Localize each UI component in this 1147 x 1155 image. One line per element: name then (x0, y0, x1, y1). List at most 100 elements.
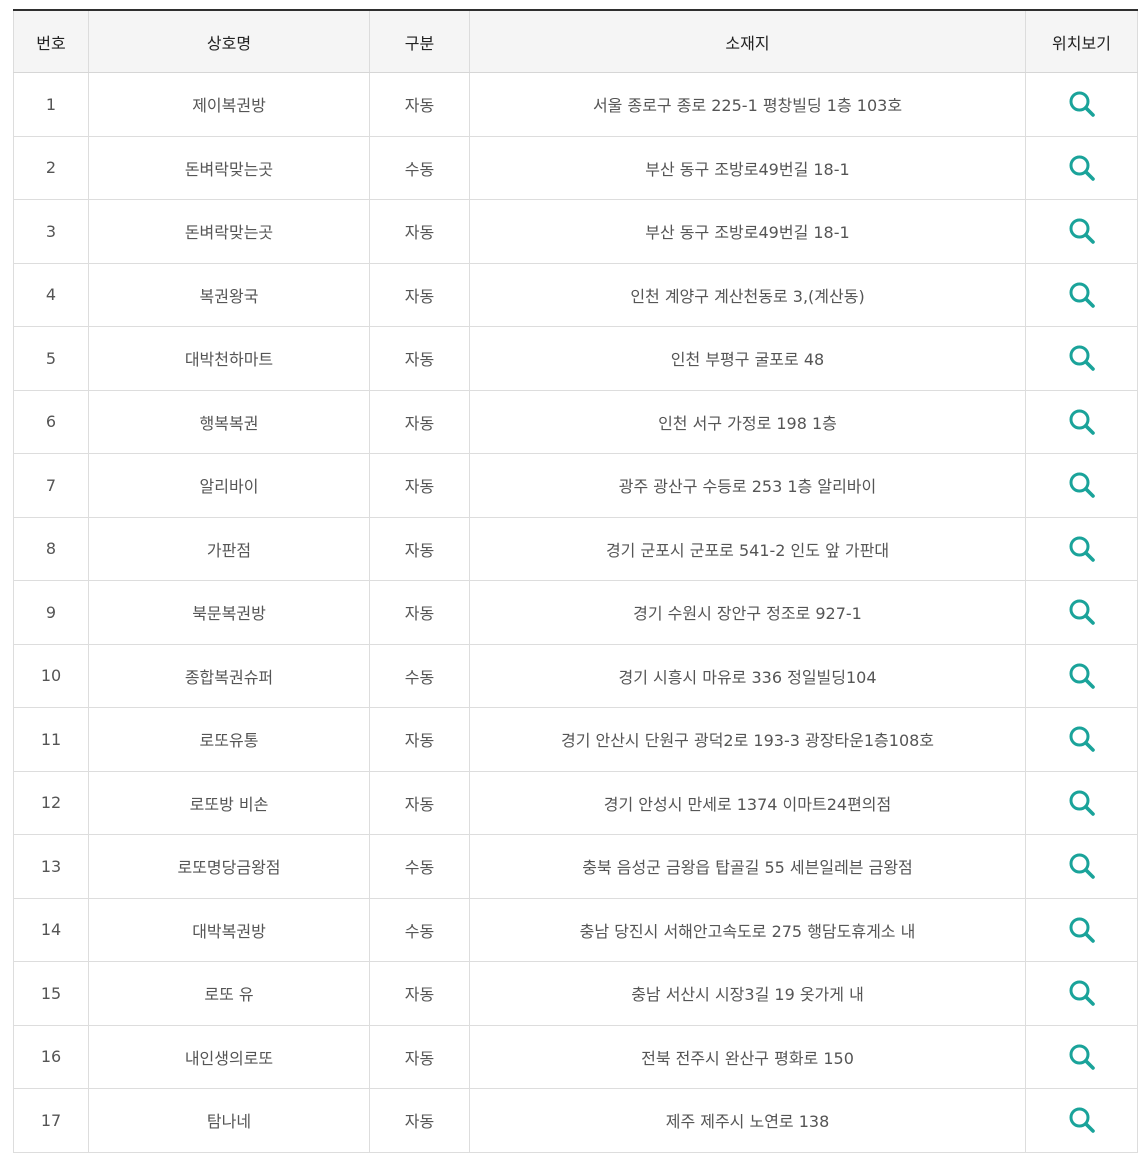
cell-address: 서울 종로구 종로 225-1 평창빌딩 1층 103호 (469, 72, 1026, 137)
search-icon (1069, 155, 1095, 181)
cell-number: 1 (13, 72, 89, 137)
cell-store-name: 탐나네 (88, 1088, 370, 1153)
view-location-button[interactable] (1067, 407, 1097, 437)
cell-store-name: 복권왕국 (88, 263, 370, 327)
cell-number: 11 (13, 707, 89, 772)
cell-address: 충남 서산시 시장3길 19 옷가게 내 (469, 961, 1026, 1026)
cell-type: 자동 (369, 453, 470, 518)
table-row: 13 로또명당금왕점 수동 충북 음성군 금왕읍 탑골길 55 세븐일레븐 금왕… (13, 834, 1138, 899)
cell-address: 경기 시흥시 마유로 336 정일빌딩104 (469, 644, 1026, 708)
table-row: 7 알리바이 자동 광주 광산구 수등로 253 1층 알리바이 (13, 453, 1138, 518)
view-location-button[interactable] (1067, 470, 1097, 500)
cell-store-name: 북문복권방 (88, 580, 370, 645)
search-icon (1069, 345, 1095, 372)
view-location-button[interactable] (1067, 724, 1097, 754)
cell-address: 광주 광산구 수등로 253 1층 알리바이 (469, 453, 1026, 518)
search-icon (1069, 218, 1095, 245)
search-icon (1069, 91, 1095, 118)
search-icon (1069, 1044, 1095, 1070)
view-location-button[interactable] (1067, 978, 1097, 1008)
view-location-button[interactable] (1067, 1042, 1097, 1072)
cell-type: 자동 (369, 580, 470, 645)
cell-location-view (1025, 644, 1138, 708)
cell-type: 자동 (369, 72, 470, 137)
view-location-button[interactable] (1067, 915, 1097, 945)
cell-location-view (1025, 136, 1138, 200)
cell-address: 경기 안산시 단원구 광덕2로 193-3 광장타운1층108호 (469, 707, 1026, 772)
cell-store-name: 돈벼락맞는곳 (88, 199, 370, 264)
table-row: 4 복권왕국 자동 인천 계양구 계산천동로 3,(계산동) (13, 263, 1138, 327)
view-location-button[interactable] (1067, 851, 1097, 881)
table-body: 1 제이복권방 자동 서울 종로구 종로 225-1 평창빌딩 1층 103호 … (13, 72, 1138, 1153)
search-icon (1069, 980, 1095, 1007)
cell-location-view (1025, 263, 1138, 327)
cell-location-view (1025, 517, 1138, 581)
winning-stores-table: 번호 상호명 구분 소재지 위치보기 1 제이복권방 자동 서울 종로구 종로 … (13, 9, 1138, 1153)
view-location-button[interactable] (1067, 661, 1097, 691)
cell-store-name: 로또유통 (88, 707, 370, 772)
cell-store-name: 행복복권 (88, 390, 370, 454)
cell-address: 경기 안성시 만세로 1374 이마트24편의점 (469, 771, 1026, 835)
table-row: 10 종합복권슈퍼 수동 경기 시흥시 마유로 336 정일빌딩104 (13, 644, 1138, 708)
view-location-button[interactable] (1067, 597, 1097, 627)
header-address: 소재지 (469, 9, 1026, 73)
cell-address: 인천 계양구 계산천동로 3,(계산동) (469, 263, 1026, 327)
view-location-button[interactable] (1067, 1105, 1097, 1135)
table-row: 6 행복복권 자동 인천 서구 가정로 198 1층 (13, 390, 1138, 454)
cell-address: 충북 음성군 금왕읍 탑골길 55 세븐일레븐 금왕점 (469, 834, 1026, 899)
cell-store-name: 대박천하마트 (88, 326, 370, 391)
cell-address: 경기 수원시 장안구 정조로 927-1 (469, 580, 1026, 645)
table-row: 2 돈벼락맞는곳 수동 부산 동구 조방로49번길 18-1 (13, 136, 1138, 200)
table-header-row: 번호 상호명 구분 소재지 위치보기 (13, 9, 1138, 73)
cell-location-view (1025, 834, 1138, 899)
cell-address: 경기 군포시 군포로 541-2 인도 앞 가판대 (469, 517, 1026, 581)
cell-location-view (1025, 1088, 1138, 1153)
cell-address: 부산 동구 조방로49번길 18-1 (469, 136, 1026, 200)
cell-location-view (1025, 771, 1138, 835)
view-location-button[interactable] (1067, 788, 1097, 818)
cell-number: 3 (13, 199, 89, 264)
cell-location-view (1025, 961, 1138, 1026)
cell-store-name: 가판점 (88, 517, 370, 581)
cell-number: 2 (13, 136, 89, 200)
cell-type: 자동 (369, 263, 470, 327)
header-number: 번호 (13, 9, 89, 73)
cell-address: 전북 전주시 완산구 평화로 150 (469, 1025, 1026, 1089)
table-row: 15 로또 유 자동 충남 서산시 시장3길 19 옷가게 내 (13, 961, 1138, 1026)
cell-type: 자동 (369, 961, 470, 1026)
cell-type: 자동 (369, 771, 470, 835)
header-type: 구분 (369, 9, 470, 73)
cell-location-view (1025, 72, 1138, 137)
table-row: 11 로또유통 자동 경기 안산시 단원구 광덕2로 193-3 광장타운1층1… (13, 707, 1138, 772)
cell-type: 자동 (369, 707, 470, 772)
table-row: 12 로또방 비손 자동 경기 안성시 만세로 1374 이마트24편의점 (13, 771, 1138, 835)
cell-type: 자동 (369, 517, 470, 581)
cell-location-view (1025, 199, 1138, 264)
search-icon (1069, 663, 1095, 689)
cell-location-view (1025, 326, 1138, 391)
cell-number: 15 (13, 961, 89, 1026)
view-location-button[interactable] (1067, 153, 1097, 183)
header-store-name: 상호명 (88, 9, 370, 73)
cell-store-name: 제이복권방 (88, 72, 370, 137)
cell-type: 수동 (369, 136, 470, 200)
cell-store-name: 로또방 비손 (88, 771, 370, 835)
cell-number: 16 (13, 1025, 89, 1089)
table-row: 14 대박복권방 수동 충남 당진시 서해안고속도로 275 행담도휴게소 내 (13, 898, 1138, 962)
view-location-button[interactable] (1067, 343, 1097, 373)
cell-type: 자동 (369, 326, 470, 391)
cell-number: 5 (13, 326, 89, 391)
view-location-button[interactable] (1067, 534, 1097, 564)
view-location-button[interactable] (1067, 216, 1097, 246)
search-icon (1069, 1107, 1095, 1134)
cell-type: 자동 (369, 199, 470, 264)
view-location-button[interactable] (1067, 89, 1097, 119)
view-location-button[interactable] (1067, 280, 1097, 310)
cell-number: 17 (13, 1088, 89, 1153)
cell-address: 인천 부평구 굴포로 48 (469, 326, 1026, 391)
search-icon (1069, 726, 1095, 753)
search-icon (1069, 790, 1095, 816)
search-icon (1069, 409, 1095, 435)
search-icon (1069, 472, 1095, 499)
cell-store-name: 종합복권슈퍼 (88, 644, 370, 708)
